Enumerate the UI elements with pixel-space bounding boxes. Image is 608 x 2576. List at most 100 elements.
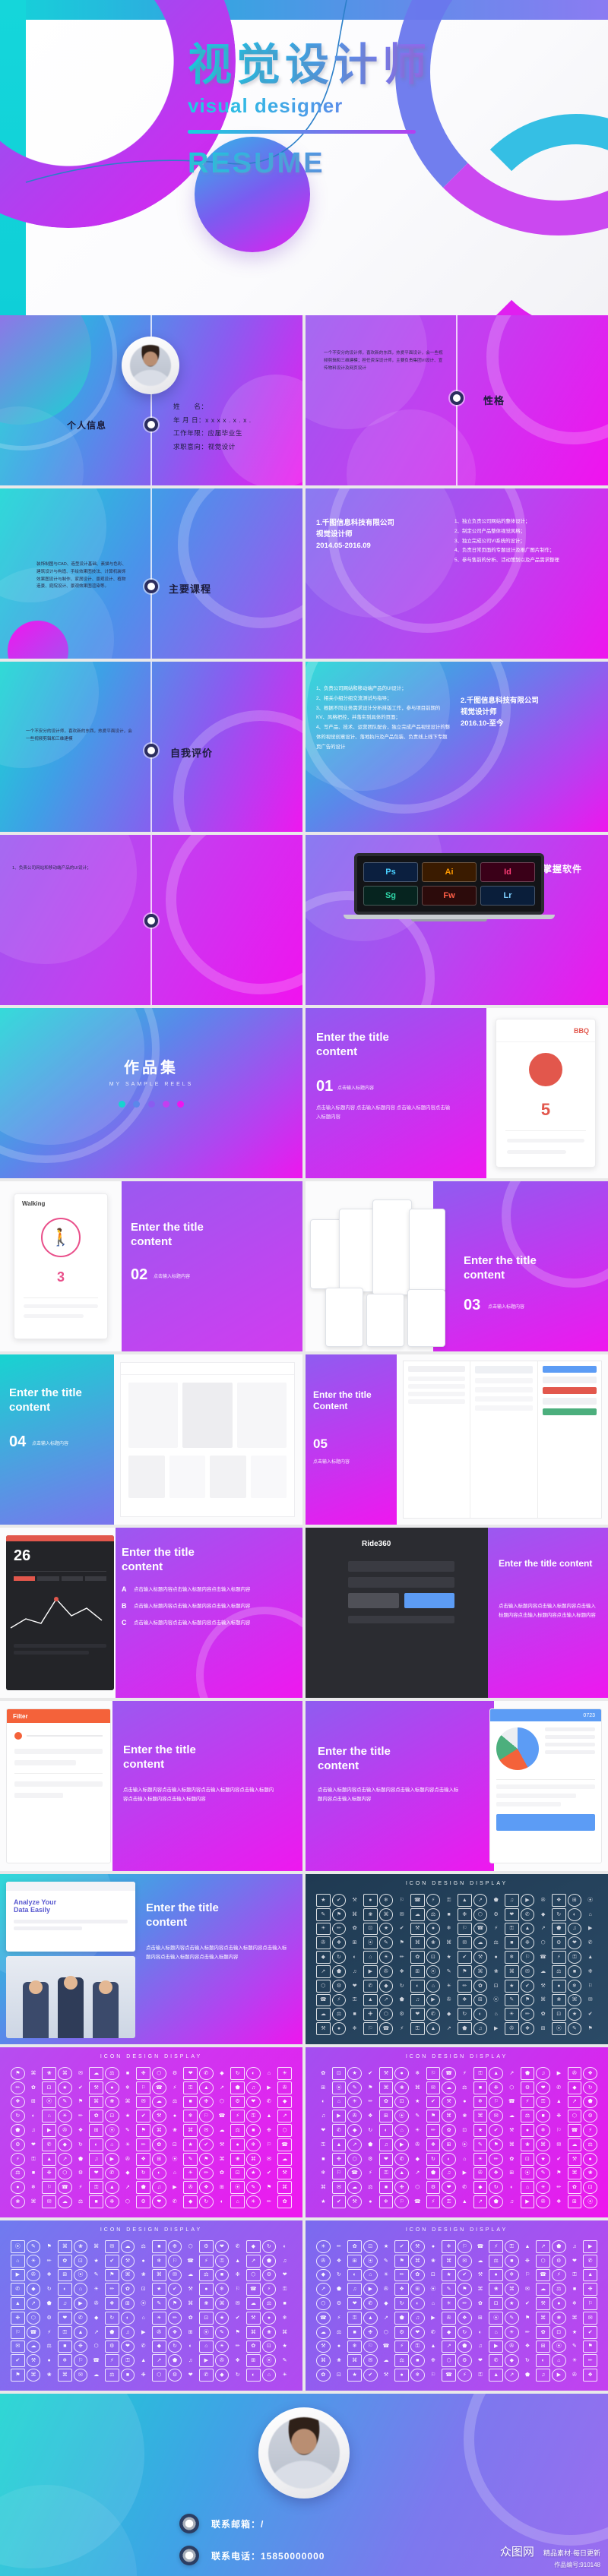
- decorative-icon: ✎: [93, 2272, 99, 2278]
- decorative-icon: ●: [494, 1955, 498, 1961]
- decorative-icon: ▶: [42, 2124, 56, 2137]
- decorative-icon: ✉: [520, 1964, 535, 1978]
- decorative-icon: ⌂: [73, 2283, 88, 2296]
- analyze-line2: Data Easily: [14, 1906, 51, 1914]
- slide-icons-5[interactable]: ICON DESIGN DISPLAY ☀ ✏ ✿ ⊡ ★ ✔ ⚒ ● ❄ ⚐ ☎ ⚡ ⚿ ▲ ↗ ⬟ ♫ ▶ ✇ ❖…: [306, 2220, 608, 2391]
- slide-content-06[interactable]: 26 Enter the title content A 点击输入标题内容点击输…: [0, 1528, 302, 1698]
- decorative-icon: ✉: [235, 2301, 240, 2307]
- decorative-icon: ✇: [504, 2022, 519, 2035]
- decorative-icon: ☁: [347, 2181, 362, 2195]
- decorative-icon: ■: [378, 2181, 394, 2195]
- decorative-icon: ❉: [556, 2113, 562, 2119]
- slide-experience-2[interactable]: 1、负责公司网站和移动端产品的UI设计； 2、相关小组分组交流测试与指导； 3、…: [306, 662, 608, 832]
- decorative-icon: ☀: [151, 2311, 166, 2325]
- decorative-icon: ⬟: [524, 2372, 530, 2378]
- decorative-icon: ✿: [442, 2124, 456, 2137]
- decorative-icon: ⚑: [104, 2268, 119, 2282]
- decorative-icon: ⚿: [473, 2067, 488, 2080]
- filter-slider-handle[interactable]: [14, 1732, 22, 1740]
- info-field: 工作年限：应届毕业生: [173, 429, 242, 438]
- slide-portfolio[interactable]: 作品集 MY SAMPLE REELS: [0, 1008, 302, 1178]
- slide-icons-2[interactable]: ICON DESIGN DISPLAY ⚑ ⌘ ❀ ⌘ ✉ ☁ ⚖ ■ ❉ ⬡ ⚙ ❤ ✆ ◆ ↻ ◐ ⌂ ☀ ✏ ✿…: [0, 2047, 302, 2217]
- decorative-icon: ●: [173, 2113, 177, 2119]
- decorative-icon: ✔: [167, 2283, 182, 2296]
- decorative-icon: ✆: [426, 2008, 441, 2021]
- decorative-icon: ❉: [587, 1968, 593, 1974]
- slide-icons-3[interactable]: ICON DESIGN DISPLAY ✿ ⊡ ★ ✔ ⚒ ● ❄ ⚐ ☎ ⚡ ⚿ ▲ ↗ ⬟ ♫ ▶ ✇ ❖ ⊞ ⦿…: [306, 2047, 608, 2217]
- decorative-icon: ✔: [457, 2268, 472, 2282]
- decorative-icon: ❀: [493, 1968, 499, 1974]
- decorative-icon: ⬟: [230, 2081, 245, 2094]
- decorative-icon: ⌘: [540, 1997, 546, 2003]
- decorative-icon: ⚐: [489, 2095, 503, 2109]
- decorative-icon: ♫: [283, 2258, 287, 2264]
- content-01-sub: 点击输入标题内容: [337, 1086, 375, 1091]
- slide-icons-1[interactable]: ICON DESIGN DISPLAY ★ ✔ ⚒ ● ❄ ⚐ ☎ ⚡ ⚿ ▲ ↗ ⬟ ♫ ▶ ✇ ❖ ⊞ ⦿ ✎ ⚑…: [306, 1874, 608, 2044]
- decorative-icon: ⌘: [446, 1940, 452, 1946]
- decorative-icon: ☁: [57, 2195, 72, 2208]
- slide-content-07[interactable]: Ride360 Enter the title content 点击输入标题内容…: [306, 1528, 608, 1698]
- decorative-icon: ◐: [321, 2099, 325, 2105]
- decorative-icon: ◆: [347, 2124, 362, 2137]
- decorative-icon: ⬟: [489, 2195, 503, 2208]
- decorative-icon: ⚙: [394, 2325, 409, 2339]
- decorative-icon: ⊞: [410, 1964, 425, 1978]
- decorative-icon: ✆: [394, 2152, 409, 2166]
- decorative-icon: ■: [347, 2325, 362, 2339]
- slide-icons-4[interactable]: ICON DESIGN DISPLAY ⦿ ✎ ⚑ ⌘ ❀ ⌘ ✉ ☁ ⚖ ■ ❉ ⬡ ⚙ ❤ ✆ ◆ ↻ ◐ ⌂ ☀…: [0, 2220, 302, 2391]
- decorative-icon: ✇: [151, 2325, 166, 2339]
- slide-skills[interactable]: 1、负责公司网站和移动端产品的UI设计；: [0, 835, 302, 1005]
- decorative-icon: ⚖: [394, 2354, 409, 2368]
- decorative-icon: ❀: [198, 2297, 214, 2310]
- cover-slide[interactable]: 视觉设计师 visual designer RESUME: [0, 0, 608, 315]
- slide-content-02[interactable]: Walking 🚶 3 Enter the title content 02 点…: [0, 1181, 302, 1351]
- main-courses-body: 装饰制图与CAD、造型设计基础、素描与色彩、建筑设计与构造、手绘效果图技法、计算…: [36, 562, 127, 589]
- contact-slide[interactable]: 联系邮箱：/ 联系电话：15850000000 个人主页：/ 众图网 精品素材·…: [0, 2394, 608, 2576]
- app-icon-ps: Ps: [363, 862, 418, 882]
- decorative-icon: ⦿: [551, 2022, 566, 2035]
- decorative-icon: ▶: [104, 2152, 119, 2166]
- decorative-icon: ❀: [261, 2325, 277, 2339]
- slide-self-evaluation[interactable]: 一个不安分的设计师，喜欢新的东西，热爱平面设计，会一些视频剪辑和三维建模 自我评…: [0, 662, 302, 832]
- slide-row: 作品集 MY SAMPLE REELS Enter the title cont…: [0, 1008, 608, 1178]
- decorative-icon: ✏: [426, 2124, 441, 2137]
- decorative-icon: ⚖: [141, 2243, 146, 2249]
- decorative-icon: ✔: [11, 2354, 25, 2368]
- slide-experience-1[interactable]: 1.千图信息科技有限公司 视觉设计师 2014.05-2016.09 1、独立负…: [306, 488, 608, 659]
- decorative-icon: ✔: [78, 2085, 83, 2091]
- decorative-icon: ⬟: [336, 2287, 342, 2293]
- decorative-icon: ⚒: [383, 2372, 389, 2378]
- slide-personal-info[interactable]: 个人信息 姓 名： 年 月 日：x x x x . x . x . 工作年限：应…: [0, 315, 302, 485]
- slide-software[interactable]: 掌握软件 Ps Ai Id Sg Fw Lr: [306, 835, 608, 1005]
- decorative-icon: ▶: [462, 2170, 467, 2176]
- slide-content-03[interactable]: Enter the title content 03 点击输入标题内容: [306, 1181, 608, 1351]
- decorative-icon: ⬟: [136, 2181, 150, 2195]
- slide-content-05[interactable]: Enter the title Content 05 点击输入标题内容: [306, 1354, 608, 1525]
- slide-content-10[interactable]: Analyze Your Data Easily Enter the title…: [0, 1874, 302, 2044]
- finance-amount: 0723: [490, 1709, 601, 1721]
- decorative-icon: ⬟: [457, 2022, 472, 2035]
- slide-content-04[interactable]: Enter the title content 04 点击输入标题内容: [0, 1354, 302, 1525]
- slide-content-09[interactable]: Enter the title content 点击输入标题内容点击输入标题内容…: [306, 1701, 608, 1871]
- decorative-icon: ↗: [473, 2195, 488, 2208]
- decorative-icon: ☀: [26, 2254, 41, 2268]
- decorative-icon: ⚿: [31, 2156, 36, 2162]
- finance-cta-button[interactable]: [496, 1814, 595, 1831]
- decorative-icon: ⚡: [400, 2026, 404, 2032]
- decorative-icon: ↗: [509, 2070, 515, 2076]
- experience-2-title: 2.千图信息科技有限公司 视觉设计师 2016.10-至今: [461, 695, 539, 730]
- decorative-icon: ⚡: [494, 1926, 499, 1932]
- avatar: [122, 337, 179, 394]
- decorative-icon: ♫: [151, 2181, 166, 2195]
- decorative-icon: ⌂: [394, 2124, 409, 2137]
- decorative-icon: ❉: [457, 1908, 472, 1921]
- decorative-icon: ⚒: [316, 2340, 331, 2353]
- slide-personality[interactable]: 一个不安分的设计师，喜欢新的东西，热爱平面设计，会一些视频剪辑和三维建模；担任资…: [306, 315, 608, 485]
- decorative-icon: ⬡: [540, 1940, 546, 1946]
- slide-main-courses[interactable]: 装饰制图与CAD、造型设计基础、素描与色彩、建筑设计与构造、手绘效果图技法、计算…: [0, 488, 302, 659]
- slide-content-01[interactable]: Enter the title content 01 点击输入标题内容 点击输入…: [306, 1008, 608, 1178]
- decorative-icon: ◐: [478, 2329, 483, 2335]
- slide-content-08[interactable]: Filter Enter the title content 点击输入标题内容点…: [0, 1701, 302, 1871]
- decorative-icon: ⚐: [524, 2272, 530, 2278]
- decorative-icon: ✇: [572, 2372, 577, 2378]
